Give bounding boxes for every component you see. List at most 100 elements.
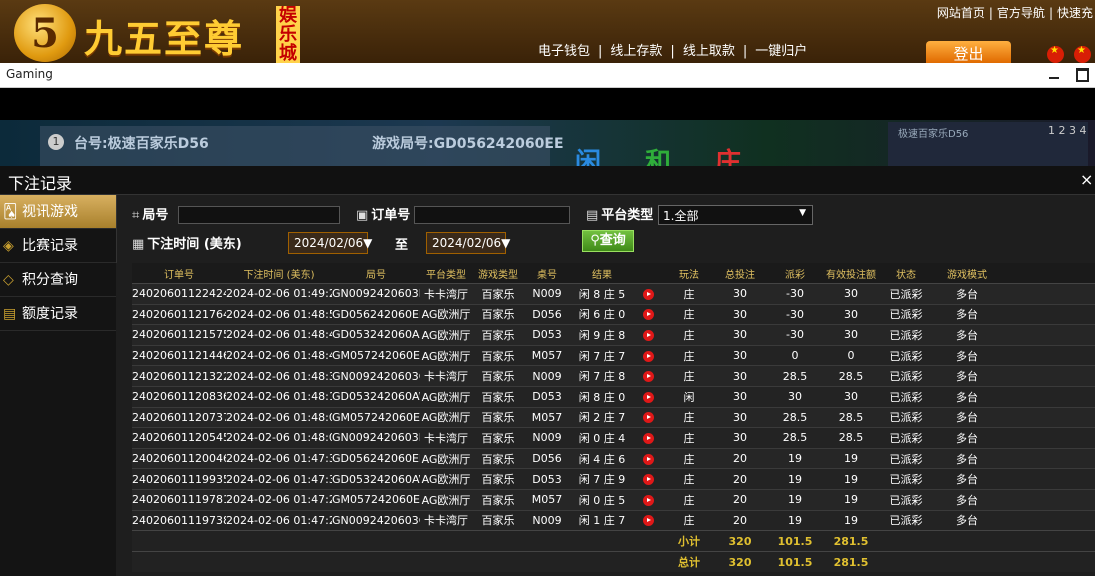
- table-row[interactable]: 2402060112083662024-02-06 01:48:14GD0532…: [132, 385, 1095, 408]
- date-from-picker[interactable]: 2024/02/06▼: [288, 232, 372, 254]
- top-link[interactable]: 快速充: [1055, 6, 1095, 20]
- sidebar-item-points-query[interactable]: ◇ 积分查询: [0, 263, 116, 297]
- banker-zone[interactable]: 庄: [715, 142, 741, 166]
- table-cell: 240206011215756: [132, 324, 226, 346]
- table-cell: 多台: [936, 303, 998, 325]
- nav-link[interactable]: 线上存款: [606, 44, 666, 59]
- play-video-icon[interactable]: [642, 391, 654, 403]
- table-cell: 30: [716, 385, 764, 408]
- round-label: 游戏局号:GD056242060EE: [372, 136, 564, 152]
- play-video-icon[interactable]: [642, 371, 654, 383]
- table-row[interactable]: 2402060112176412024-02-06 01:48:58GD0562…: [132, 303, 1095, 325]
- table-cell: AG欧洲厅: [420, 488, 472, 511]
- order-filter-text: 订单号: [371, 208, 411, 223]
- game-background: 1 台号:极速百家乐D56 游戏局号:GD056242060EE 闲 和 庄 极…: [0, 120, 1095, 166]
- table-cell-spacer: [998, 468, 1095, 490]
- table-cell: 百家乐: [472, 324, 524, 346]
- table-cell: 19: [826, 488, 876, 511]
- ticket-icon: ◈: [3, 238, 14, 254]
- table-cell: 已派彩: [876, 447, 936, 469]
- table-row[interactable]: 2402060112054532024-02-06 01:48:00GN0092…: [132, 427, 1095, 449]
- sidebar-item-match-records[interactable]: ◈ 比赛记录: [0, 229, 116, 263]
- table-cell: 庄: [662, 427, 716, 449]
- table-cell: 已派彩: [876, 488, 936, 511]
- logo[interactable]: 5: [14, 4, 76, 62]
- table-row[interactable]: 2402060112157562024-02-06 01:48:49GD0532…: [132, 324, 1095, 346]
- play-video-icon[interactable]: [642, 309, 654, 321]
- play-video-icon[interactable]: [642, 288, 654, 300]
- table-cell: 2024-02-06 01:48:49: [226, 324, 332, 346]
- cards-icon: 🂡: [3, 204, 18, 220]
- order-input[interactable]: [414, 206, 570, 224]
- nav-separator: |: [598, 44, 603, 59]
- date-to-picker[interactable]: 2024/02/06▼: [426, 232, 510, 254]
- table-row[interactable]: 2402060112144692024-02-06 01:48:43GM0572…: [132, 344, 1095, 366]
- nav-link[interactable]: 一键归户: [751, 44, 811, 59]
- cn-flag-icon[interactable]: [1074, 46, 1091, 63]
- play-video-icon[interactable]: [642, 412, 654, 424]
- table-cell: 闲 9 庄 8: [570, 324, 634, 346]
- tie-zone[interactable]: 和: [645, 142, 671, 166]
- sidebar-item-live-games[interactable]: 🂡 视讯游戏: [0, 195, 116, 229]
- play-video-icon[interactable]: [642, 453, 654, 465]
- table-row[interactable]: 2402060111978172024-02-06 01:47:23GM0572…: [132, 488, 1095, 511]
- replay-cell: [634, 303, 662, 325]
- table-cell-spacer: [998, 324, 1095, 346]
- diamond-icon: ◇: [3, 272, 14, 288]
- table-row[interactable]: 2402060111973822024-02-06 01:47:20GN0092…: [132, 509, 1095, 531]
- play-video-icon[interactable]: [642, 329, 654, 341]
- table-label: 台号:极速百家乐D56: [74, 136, 209, 152]
- play-video-icon[interactable]: [642, 350, 654, 362]
- search-button[interactable]: ⚲查询: [582, 230, 634, 252]
- platform-filter-label: ▤ 平台类型: [586, 204, 653, 223]
- table-cell: 百家乐: [472, 447, 524, 469]
- table-header-row: 订单号 下注时间 (美东) 局号 平台类型 游戏类型 桌号 结果 玩法 总投注 派彩 有效投注额 状态…: [132, 263, 1095, 284]
- table-row[interactable]: 2402060111993582024-02-06 01:47:32GD0532…: [132, 468, 1095, 490]
- play-video-icon[interactable]: [642, 474, 654, 486]
- sidebar-item-credit-records[interactable]: ▤ 额度记录: [0, 297, 116, 331]
- table-cell: 闲 6 庄 0: [570, 303, 634, 325]
- column-header: 游戏类型: [472, 263, 524, 284]
- to-label: 至: [395, 238, 409, 253]
- table-cell: 240206011207371: [132, 406, 226, 428]
- round-filter-text: 局号: [142, 208, 169, 223]
- minimize-icon[interactable]: [1046, 66, 1062, 82]
- total-bet: 320: [716, 551, 764, 573]
- top-link[interactable]: 官方导航: [995, 6, 1047, 20]
- table-cell: 30: [716, 344, 764, 366]
- table-cell: 2024-02-06 01:47:20: [226, 509, 332, 531]
- hk-flag-icon[interactable]: [1047, 46, 1064, 63]
- play-video-icon[interactable]: [642, 494, 654, 506]
- table-row[interactable]: 2402060112242452024-02-06 01:49:27GN0092…: [132, 283, 1095, 305]
- table-cell-spacer: [998, 406, 1095, 428]
- player-zone[interactable]: 闲: [575, 142, 601, 166]
- play-video-icon[interactable]: [642, 515, 654, 527]
- close-icon[interactable]: ×: [1080, 170, 1093, 189]
- nav-link[interactable]: 线上取款: [679, 44, 739, 59]
- maximize-icon[interactable]: [1074, 66, 1090, 82]
- site-header: 5 九五至尊 娱乐城 网站首页 | 官方导航 | 快速充 电子钱包 | 线上存款 | 线上取款 |…: [0, 0, 1095, 64]
- table-row[interactable]: 2402060112132272024-02-06 01:48:37GN0092…: [132, 365, 1095, 387]
- table-cell: AG欧洲厅: [420, 344, 472, 366]
- table-cell: 240206011200464: [132, 447, 226, 469]
- platform-select[interactable]: 1.全部 ▼: [658, 205, 813, 225]
- sidebar-item-label: 额度记录: [22, 306, 78, 322]
- column-header: 派彩: [764, 263, 826, 284]
- table-cell: 30: [826, 324, 876, 346]
- table-cell: 2024-02-06 01:48:58: [226, 303, 332, 325]
- table-cell: 卡卡湾厅: [420, 365, 472, 387]
- table-cell: 百家乐: [472, 427, 524, 449]
- table-cell: 240206011224245: [132, 283, 226, 305]
- table-row[interactable]: 2402060112073712024-02-06 01:48:08GM0572…: [132, 406, 1095, 428]
- top-link[interactable]: 网站首页: [935, 6, 987, 20]
- table-row[interactable]: 2402060112004642024-02-06 01:47:38GD0562…: [132, 447, 1095, 469]
- nav-link[interactable]: 电子钱包: [534, 44, 594, 59]
- table-cell: 30: [716, 406, 764, 428]
- play-video-icon[interactable]: [642, 432, 654, 444]
- nav-separator: |: [670, 44, 675, 59]
- table-cell: -30: [764, 324, 826, 346]
- table-cell: 闲 7 庄 7: [570, 344, 634, 366]
- logout-button[interactable]: 登出: [926, 41, 1011, 63]
- round-input[interactable]: [178, 206, 340, 224]
- table-cell: 已派彩: [876, 283, 936, 305]
